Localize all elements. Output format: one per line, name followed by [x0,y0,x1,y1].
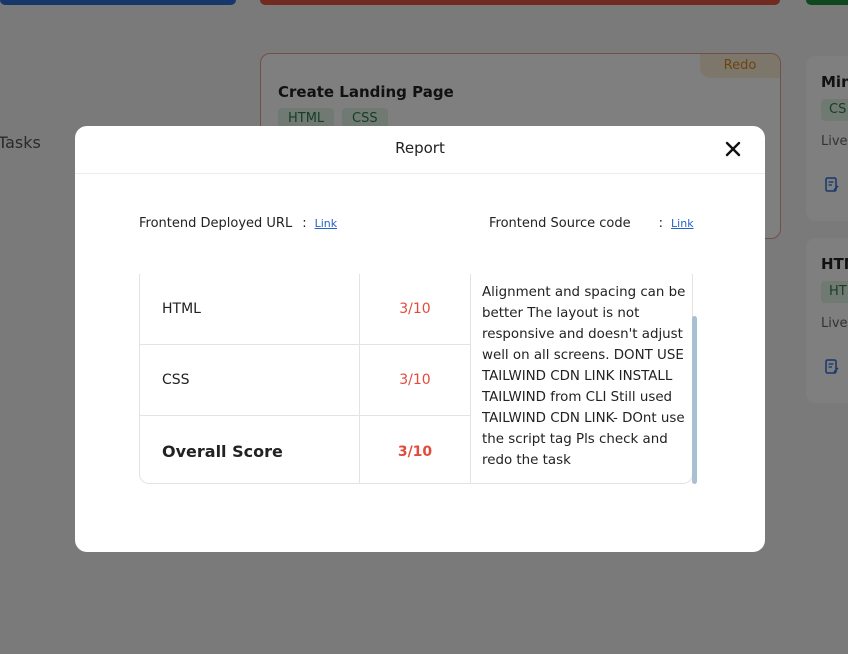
criterion-name: CSS [140,345,360,415]
table-row: HTML 3/10 [140,274,471,345]
frontend-source-code-group: Frontend Source code: Link [489,216,694,231]
frontend-deployed-url-group: Frontend Deployed URL: Link [139,216,337,231]
report-modal: Report Frontend Deployed URL: Link Fronte… [75,126,765,552]
criterion-name: HTML [140,274,360,344]
overall-score-label: Overall Score [140,416,360,483]
frontend-deployed-url-link[interactable]: Link [315,217,338,230]
criterion-score: 3/10 [360,274,471,344]
separator: : [658,216,664,231]
reviewer-comment: Alignment and spacing can be better The … [482,285,686,468]
separator: : [302,216,307,231]
modal-header: Report [75,126,765,174]
score-table[interactable]: HTML 3/10 CSS 3/10 Overall Score 3/10 Al… [139,274,693,484]
table-row-overall: Overall Score 3/10 [140,416,471,483]
close-icon[interactable] [723,139,743,159]
links-row: Frontend Deployed URL: Link Frontend Sour… [139,216,697,236]
modal-title: Report [395,139,445,157]
frontend-source-code-link[interactable]: Link [671,217,694,230]
frontend-deployed-url-label: Frontend Deployed URL [139,216,293,231]
criterion-score: 3/10 [360,345,471,415]
table-scrollbar[interactable] [692,316,697,484]
table-row: CSS 3/10 [140,345,471,416]
frontend-source-code-label: Frontend Source code [489,216,631,231]
overall-score-value: 3/10 [360,416,471,483]
